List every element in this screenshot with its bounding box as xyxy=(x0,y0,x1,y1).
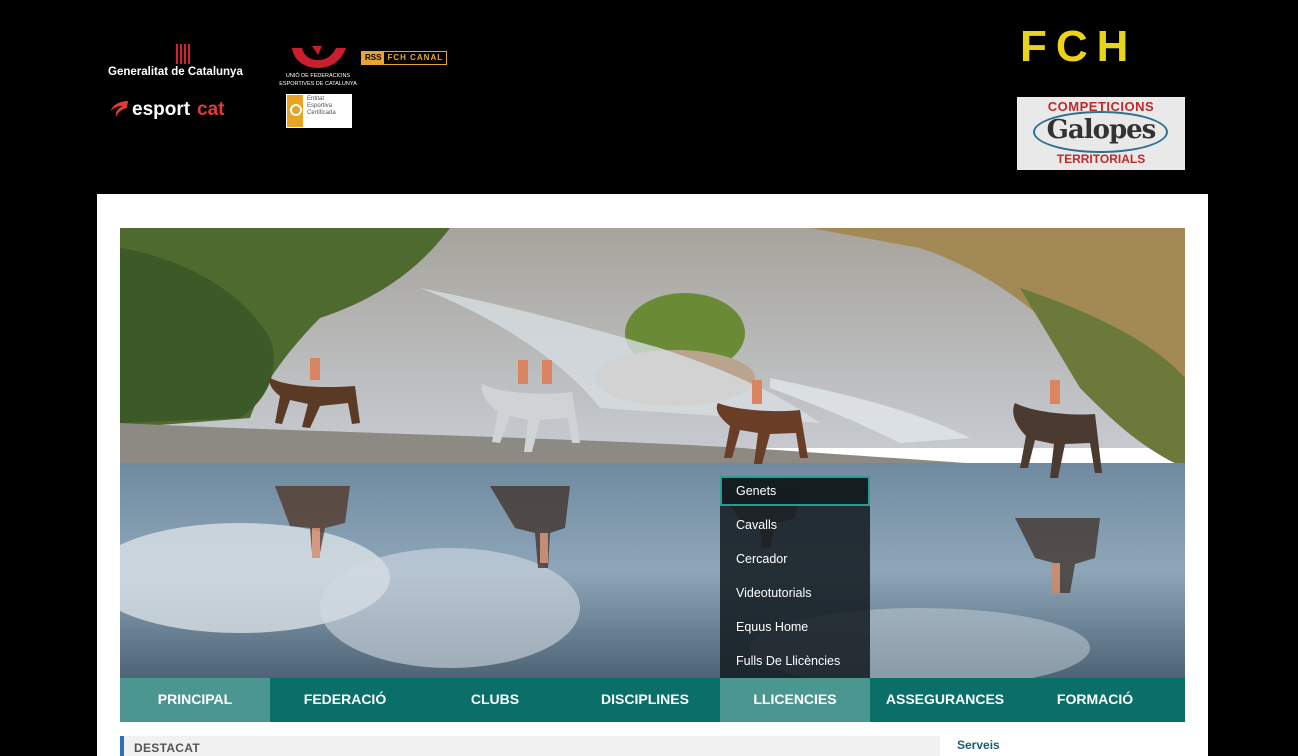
tab-disciplines[interactable]: DISCIPLINES xyxy=(570,678,720,722)
tab-federacio[interactable]: FEDERACIÓ xyxy=(270,678,420,722)
quality-q-icon xyxy=(286,94,304,128)
destacat-header: DESTACAT xyxy=(120,736,940,756)
generalitat-logo[interactable]: Generalitat de Catalunya xyxy=(108,44,258,84)
llicencies-dropdown: Genets Cavalls Cercador Videotutorials E… xyxy=(720,476,870,678)
menu-item-equus-home[interactable]: Equus Home xyxy=(720,612,870,642)
rss-fch-canal-badge[interactable]: RSS FCH CANAL xyxy=(361,51,448,65)
riders-river-photo xyxy=(120,228,1185,678)
menu-item-videotutorials[interactable]: Videotutorials xyxy=(720,578,870,608)
esportcat-text-2: cat xyxy=(197,99,225,120)
certified-line-1: Entitat xyxy=(307,96,325,102)
tab-clubs[interactable]: CLUBS xyxy=(420,678,570,722)
menu-item-fulls-de-llicencies[interactable]: Fulls De Llicències xyxy=(720,646,870,676)
galopes-text: Galopes xyxy=(1046,115,1157,145)
generalitat-bars-icon xyxy=(176,44,190,64)
tab-principal[interactable]: PRINCIPAL xyxy=(120,678,270,722)
tab-formacio[interactable]: FORMACIÓ xyxy=(1020,678,1170,722)
certified-line-2: Esportiva xyxy=(307,103,333,109)
esportcat-text-1: esport xyxy=(132,99,191,120)
ufec-swoosh-icon xyxy=(292,46,346,68)
serveis-title: Serveis xyxy=(957,738,1000,752)
ufec-text-2: ESPORTIVES DE CATALUNYA xyxy=(279,81,357,87)
territorials-text: TERRITORIALS xyxy=(1056,152,1146,166)
tab-llicencies[interactable]: LLICENCIES xyxy=(720,678,870,722)
competicions-galopes-banner[interactable]: COMPETICIONS Galopes TERRITORIALS xyxy=(1017,97,1185,170)
generalitat-text: Generalitat de Catalunya xyxy=(108,66,243,78)
fch-logo[interactable]: FCH xyxy=(1020,22,1137,72)
ufec-logo[interactable]: UNIÓ DE FEDERACIONS ESPORTIVES DE CATALU… xyxy=(278,46,358,96)
menu-item-genets[interactable]: Genets xyxy=(720,476,870,506)
rss-label: RSS xyxy=(362,52,385,64)
ufec-text-1: UNIÓ DE FEDERACIONS xyxy=(285,73,351,79)
certified-line-3: Certificada xyxy=(307,110,336,116)
certified-text-box: Entitat Esportiva Certificada xyxy=(304,94,352,128)
menu-item-cercador[interactable]: Cercador xyxy=(720,544,870,574)
menu-item-cavalls[interactable]: Cavalls xyxy=(720,510,870,540)
destacat-title: DESTACAT xyxy=(134,741,200,755)
esportcat-flame-icon xyxy=(111,101,128,117)
certified-entity-logo[interactable]: Entitat Esportiva Certificada xyxy=(286,94,352,130)
main-nav: PRINCIPAL FEDERACIÓ CLUBS DISCIPLINES LL… xyxy=(120,678,1185,722)
fch-canal-label: FCH CANAL xyxy=(384,52,447,64)
tab-assegurances[interactable]: ASSEGURANCES xyxy=(870,678,1020,722)
hero-image xyxy=(120,228,1185,678)
competicions-text: COMPETICIONS xyxy=(1047,99,1155,114)
